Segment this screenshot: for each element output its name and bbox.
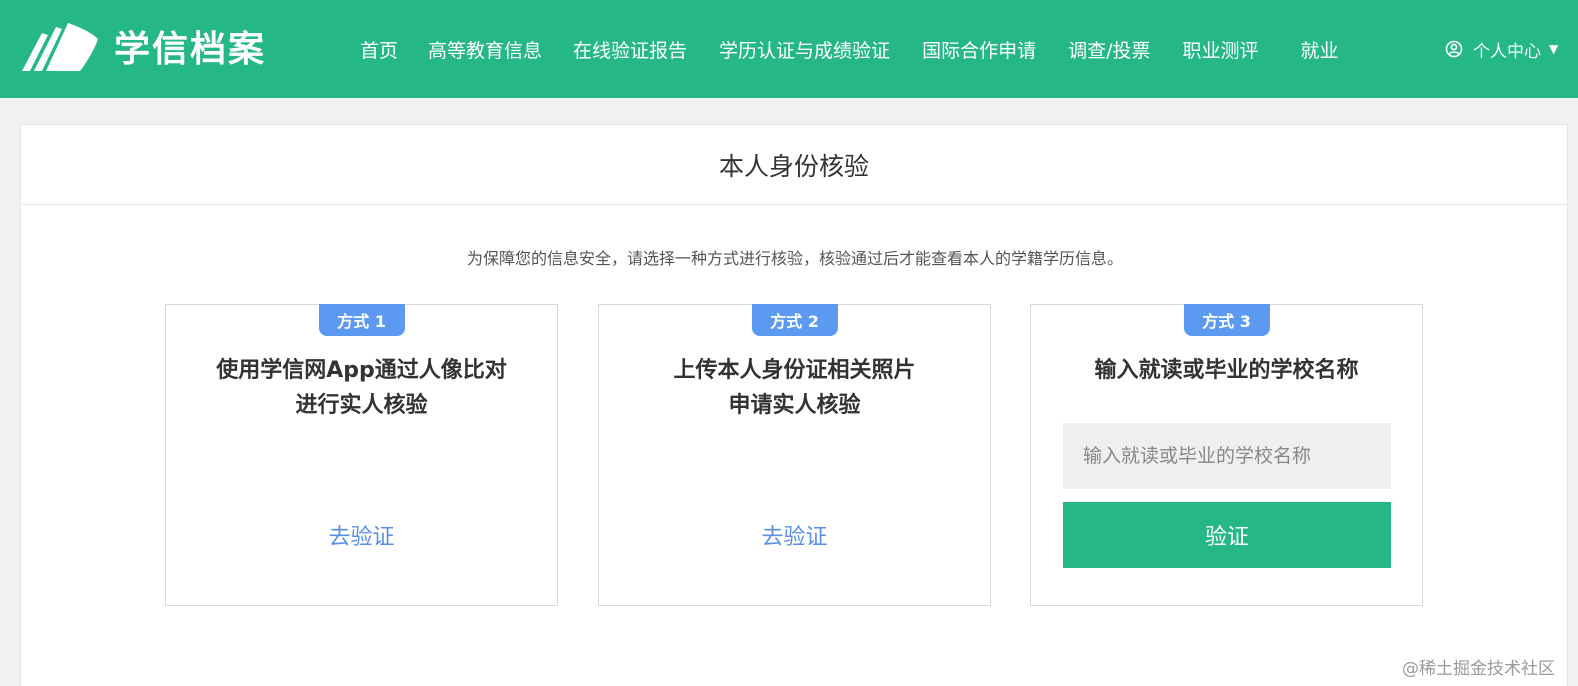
- method-title-2-line1: 上传本人身份证相关照片: [673, 358, 916, 383]
- user-circle-icon: [1445, 40, 1463, 58]
- method-card-3: 方式 3 输入就读或毕业的学校名称 验证: [1030, 304, 1423, 606]
- method-badge-1: 方式 1: [318, 304, 405, 336]
- nav-item-online-verification[interactable]: 在线验证报告: [573, 36, 687, 63]
- method-badge-2: 方式 2: [751, 304, 838, 336]
- go-verify-link-2[interactable]: 去验证: [599, 519, 990, 551]
- notice-text: 为保障您的信息安全，请选择一种方式进行核验，核验通过后才能查看本人的学籍学历信息…: [466, 249, 1123, 268]
- nav-item-career-test[interactable]: 职业测评: [1182, 36, 1258, 63]
- nav-item-survey[interactable]: 调查/投票: [1068, 36, 1150, 63]
- method-title-1: 使用学信网App通过人像比对 进行实人核验: [166, 353, 557, 423]
- method-title-1-line2: 进行实人核验: [295, 393, 428, 418]
- top-header: 学信档案 首页 高等教育信息 在线验证报告 学历认证与成绩验证 国际合作申请 调…: [0, 0, 1578, 98]
- nav-item-home[interactable]: 首页: [360, 36, 398, 63]
- site-logo[interactable]: 学信档案: [20, 18, 280, 74]
- method-card-2: 方式 2 上传本人身份证相关照片 申请实人核验 去验证: [598, 304, 991, 606]
- verification-panel: 本人身份核验 为保障您的信息安全，请选择一种方式进行核验，核验通过后才能查看本人…: [20, 124, 1568, 686]
- logo-wings-icon: [22, 23, 98, 71]
- watermark: @稀土掘金技术社区: [1402, 659, 1555, 679]
- method-card-1: 方式 1 使用学信网App通过人像比对 进行实人核验 去验证: [165, 304, 558, 606]
- method-badge-3: 方式 3: [1183, 304, 1270, 336]
- page-title: 本人身份核验: [21, 125, 1567, 205]
- go-verify-link-1[interactable]: 去验证: [166, 519, 557, 551]
- user-menu-label: 个人中心: [1473, 41, 1541, 62]
- logo-text: 学信档案: [114, 29, 267, 70]
- method-title-1-line1: 使用学信网App通过人像比对: [216, 358, 507, 383]
- method-title-2-line2: 申请实人核验: [728, 393, 861, 418]
- method-title-2: 上传本人身份证相关照片 申请实人核验: [599, 353, 990, 423]
- verify-button[interactable]: 验证: [1063, 502, 1391, 568]
- main-nav: 首页 高等教育信息 在线验证报告 学历认证与成绩验证 国际合作申请 调查/投票 …: [360, 0, 1339, 98]
- nav-item-international[interactable]: 国际合作申请: [922, 36, 1036, 63]
- nav-item-employment[interactable]: 就业: [1301, 36, 1339, 63]
- nav-item-degree-certification[interactable]: 学历认证与成绩验证: [719, 36, 890, 63]
- school-name-input[interactable]: [1063, 423, 1391, 489]
- nav-item-higher-education[interactable]: 高等教育信息: [428, 36, 542, 63]
- user-menu[interactable]: 个人中心 ▼: [1445, 0, 1558, 98]
- method-title-3: 输入就读或毕业的学校名称: [1094, 358, 1359, 383]
- caret-down-icon: ▼: [1549, 42, 1559, 56]
